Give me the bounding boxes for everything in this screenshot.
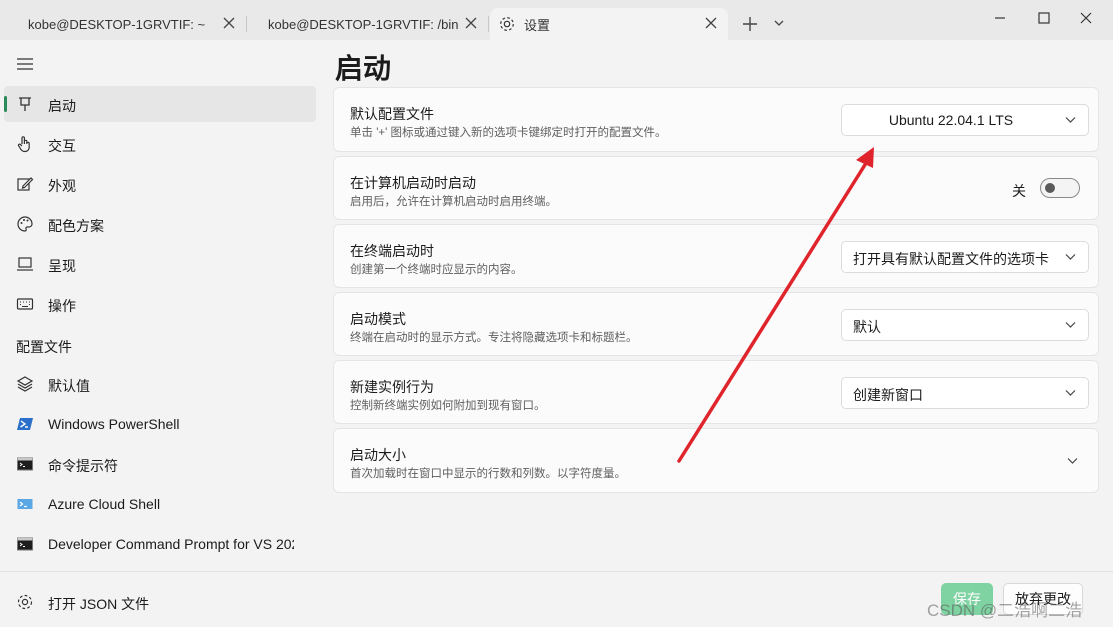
toggle-knob bbox=[1045, 183, 1055, 193]
cmd-icon bbox=[17, 537, 33, 551]
dropdown-value: Ubuntu 22.04.1 LTS bbox=[888, 112, 1014, 128]
setting-card-launch-on-startup: 在计算机启动时启动 启用后，允许在计算机启动时启用终端。 关 bbox=[333, 156, 1099, 220]
sidebar-item-developer-command-prompt[interactable]: Developer Command Prompt for VS 2022 bbox=[4, 526, 316, 562]
toggle-state-label: 关 bbox=[1012, 183, 1026, 199]
tab-terminal-home[interactable]: kobe@DESKTOP-1GRVTIF: ~ bbox=[0, 8, 247, 40]
tab-title: kobe@DESKTOP-1GRVTIF: ~ bbox=[28, 16, 206, 32]
setting-title: 默认配置文件 bbox=[350, 106, 434, 122]
powershell-icon bbox=[17, 418, 33, 430]
gear-icon bbox=[17, 594, 33, 610]
setting-title: 启动大小 bbox=[350, 447, 406, 463]
minimize-icon[interactable] bbox=[990, 8, 1010, 28]
chevron-down-icon bbox=[1065, 390, 1076, 396]
sidebar-item-label: 配色方案 bbox=[48, 218, 104, 234]
setting-description: 启用后，允许在计算机启动时启用终端。 bbox=[350, 196, 557, 208]
sidebar-item-label: 打开 JSON 文件 bbox=[48, 596, 150, 612]
close-window-icon[interactable] bbox=[1076, 8, 1096, 28]
close-icon[interactable] bbox=[704, 16, 718, 30]
tab-settings[interactable]: 设置 bbox=[490, 8, 728, 40]
pin-icon bbox=[19, 97, 31, 111]
layers-icon bbox=[16, 376, 34, 392]
palette-icon bbox=[17, 216, 33, 232]
tab-title: kobe@DESKTOP-1GRVTIF: /bin bbox=[268, 16, 458, 32]
sidebar-item-label: 交互 bbox=[48, 138, 76, 154]
launch-mode-dropdown[interactable]: 默认 bbox=[841, 309, 1089, 341]
sidebar-item-label: 默认值 bbox=[48, 378, 90, 394]
setting-title: 启动模式 bbox=[350, 311, 406, 327]
watermark: CSDN @二浩啊二浩 bbox=[927, 601, 1083, 620]
open-json-file-button[interactable]: 打开 JSON 文件 bbox=[4, 584, 316, 620]
monitor-icon bbox=[17, 257, 33, 271]
profiles-section-header: 配置文件 bbox=[16, 339, 72, 355]
paint-edit-icon bbox=[17, 177, 34, 191]
sidebar-item-startup[interactable]: 启动 bbox=[4, 86, 316, 122]
tab-terminal-bin[interactable]: kobe@DESKTOP-1GRVTIF: /bin bbox=[246, 8, 489, 40]
setting-title: 在计算机启动时启动 bbox=[350, 175, 476, 191]
default-profile-dropdown[interactable]: Ubuntu 22.04.1 LTS bbox=[841, 104, 1089, 136]
sidebar-item-actions[interactable]: 操作 bbox=[4, 286, 316, 322]
setting-description: 创建第一个终端时应显示的内容。 bbox=[350, 264, 523, 276]
sidebar-item-interaction[interactable]: 交互 bbox=[4, 126, 316, 162]
close-icon[interactable] bbox=[222, 16, 236, 30]
setting-card-default-profile: 默认配置文件 单击 '+' 图标或通过键入新的选项卡键绑定时打开的配置文件。 U… bbox=[333, 87, 1099, 152]
chevron-down-icon[interactable] bbox=[772, 16, 786, 30]
sidebar-item-label: 外观 bbox=[48, 178, 76, 194]
azure-icon bbox=[17, 499, 33, 509]
sidebar-item-label: 命令提示符 bbox=[48, 458, 118, 474]
chevron-down-icon[interactable] bbox=[1067, 457, 1078, 465]
page-title: 启动 bbox=[335, 53, 392, 84]
sidebar-item-powershell[interactable]: Windows PowerShell bbox=[4, 406, 316, 442]
launch-on-startup-toggle[interactable] bbox=[1040, 178, 1080, 198]
plus-icon[interactable] bbox=[740, 14, 760, 34]
setting-description: 首次加载时在窗口中显示的行数和列数。以字符度量。 bbox=[350, 468, 626, 480]
sidebar-item-label: 呈现 bbox=[48, 258, 76, 274]
hand-pointer-icon bbox=[17, 136, 30, 153]
sidebar-item-label: 启动 bbox=[48, 98, 76, 114]
setting-description: 终端在启动时的显示方式。专注将隐藏选项卡和标题栏。 bbox=[350, 332, 638, 344]
tab-title: 设置 bbox=[524, 17, 551, 33]
sidebar-item-label: Developer Command Prompt for VS 2022 bbox=[48, 536, 294, 552]
sidebar-item-command-prompt[interactable]: 命令提示符 bbox=[4, 446, 316, 482]
close-icon[interactable] bbox=[464, 16, 478, 30]
keyboard-icon bbox=[16, 298, 34, 310]
dropdown-value: 打开具有默认配置文件的选项卡 bbox=[853, 251, 1049, 267]
cmd-icon bbox=[17, 457, 33, 471]
setting-title: 新建实例行为 bbox=[350, 379, 434, 395]
sidebar-item-label: Windows PowerShell bbox=[48, 416, 180, 432]
setting-card-launch-size[interactable]: 启动大小 首次加载时在窗口中显示的行数和列数。以字符度量。 bbox=[333, 428, 1099, 493]
setting-description: 控制新终端实例如何附加到现有窗口。 bbox=[350, 400, 546, 412]
maximize-icon[interactable] bbox=[1034, 8, 1054, 28]
sidebar-item-label: Azure Cloud Shell bbox=[48, 496, 161, 512]
chevron-down-icon bbox=[1065, 117, 1076, 123]
sidebar-item-color-schemes[interactable]: 配色方案 bbox=[4, 206, 316, 242]
setting-card-new-instance-behavior: 新建实例行为 控制新终端实例如何附加到现有窗口。 创建新窗口 bbox=[333, 360, 1099, 424]
setting-card-launch-mode: 启动模式 终端在启动时的显示方式。专注将隐藏选项卡和标题栏。 默认 bbox=[333, 292, 1099, 356]
sidebar-item-defaults[interactable]: 默认值 bbox=[4, 366, 316, 402]
gear-icon bbox=[500, 17, 514, 31]
sidebar-item-rendering[interactable]: 呈现 bbox=[4, 246, 316, 282]
hamburger-menu-icon[interactable] bbox=[16, 56, 34, 72]
sidebar-item-label: 操作 bbox=[48, 298, 76, 314]
new-instance-dropdown[interactable]: 创建新窗口 bbox=[841, 377, 1089, 409]
setting-title: 在终端启动时 bbox=[350, 243, 434, 259]
setting-description: 单击 '+' 图标或通过键入新的选项卡键绑定时打开的配置文件。 bbox=[350, 127, 667, 139]
dropdown-value: 默认 bbox=[853, 319, 881, 335]
chevron-down-icon bbox=[1065, 322, 1076, 328]
dropdown-value: 创建新窗口 bbox=[853, 387, 923, 403]
sidebar-item-appearance[interactable]: 外观 bbox=[4, 166, 316, 202]
sidebar-item-azure-cloud-shell[interactable]: Azure Cloud Shell bbox=[4, 486, 316, 522]
setting-card-on-terminal-startup: 在终端启动时 创建第一个终端时应显示的内容。 打开具有默认配置文件的选项卡 bbox=[333, 224, 1099, 288]
chevron-down-icon bbox=[1065, 254, 1076, 260]
on-startup-dropdown[interactable]: 打开具有默认配置文件的选项卡 bbox=[841, 241, 1089, 273]
tab-strip: kobe@DESKTOP-1GRVTIF: ~ kobe@DESKTOP-1GR… bbox=[0, 0, 1113, 40]
